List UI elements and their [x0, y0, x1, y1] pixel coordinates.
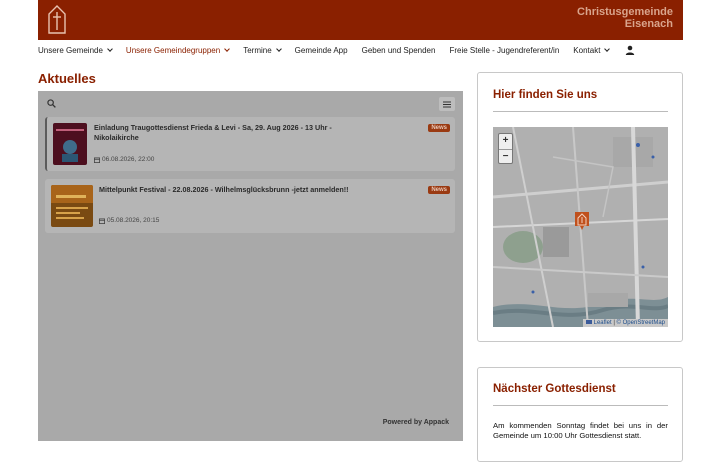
- nav-item-unsere-gemeinde[interactable]: Unsere Gemeinde: [38, 45, 113, 55]
- news-item-date: 05.08.2026, 20:15: [99, 217, 159, 224]
- service-text: Am kommenden Sonntag findet bei uns in d…: [493, 421, 668, 440]
- news-badge: News: [428, 124, 450, 132]
- nav-item-label: Termine: [243, 45, 272, 55]
- feed-toolbar: [38, 91, 463, 115]
- nav-item-label: Unsere Gemeindegruppen: [125, 45, 221, 55]
- nav-item-kontakt[interactable]: Kontakt: [573, 45, 611, 55]
- news-thumbnail[interactable]: [51, 185, 93, 227]
- news-item-title: Mittelpunkt Festival - 22.08.2026 - Wilh…: [99, 185, 349, 194]
- news-item-date: 06.08.2026, 22:00: [94, 156, 154, 163]
- nav-item-freie-stelle[interactable]: Freie Stelle - Jugendreferent/in: [449, 46, 559, 55]
- zoom-out-button[interactable]: −: [499, 149, 512, 164]
- nav-item-label: Gemeinde App: [294, 45, 348, 55]
- nav-item-geben-spenden[interactable]: Geben und Spenden: [362, 46, 436, 55]
- news-feed: Einladung Traugottesdienst Frieda & Levi…: [38, 91, 463, 441]
- divider: [493, 405, 668, 406]
- nav-item-label: Kontakt: [573, 45, 601, 55]
- nav-item-label: Geben und Spenden: [361, 45, 436, 55]
- org-name[interactable]: Christusgemeinde Eisenach: [577, 6, 673, 30]
- main-nav: Unsere Gemeinde Unsere Gemeindegruppen T…: [38, 40, 683, 60]
- site-header: Christusgemeinde Eisenach: [38, 0, 683, 40]
- news-thumbnail[interactable]: [53, 123, 87, 165]
- filter-icon: [443, 101, 451, 107]
- news-item-date-text: 05.08.2026, 20:15: [107, 217, 160, 224]
- nav-item-label: Freie Stelle - Jugendreferent/in: [449, 45, 560, 55]
- news-item-title: Einladung Traugottesdienst Frieda & Levi…: [94, 123, 332, 142]
- powered-by-link[interactable]: Powered by Appack: [383, 419, 449, 426]
- news-item-date-text: 06.08.2026, 22:00: [102, 156, 155, 163]
- search-icon[interactable]: [47, 99, 56, 108]
- map-zoom-control: + −: [498, 133, 513, 164]
- leaflet-link[interactable]: Leaflet: [594, 320, 612, 326]
- nav-item-gemeinde-app[interactable]: Gemeinde App: [295, 46, 348, 55]
- nav-item-label: Unsere Gemeinde: [38, 45, 103, 55]
- map-attribution: Leaflet | © OpenStreetMap: [582, 319, 668, 327]
- filter-button[interactable]: [439, 97, 455, 111]
- location-map[interactable]: + − Leaflet | © OpenStreetMap: [493, 127, 668, 327]
- news-badge: News: [428, 186, 450, 194]
- nav-item-termine[interactable]: Termine: [243, 45, 282, 55]
- chevron-down-icon: [604, 45, 611, 52]
- news-item[interactable]: Mittelpunkt Festival - 22.08.2026 - Wilh…: [45, 179, 455, 233]
- location-card: Hier finden Sie uns + − Leaflet | © Open…: [477, 72, 683, 342]
- chevron-down-icon: [275, 45, 282, 52]
- zoom-in-button[interactable]: +: [499, 134, 512, 149]
- news-heading: Aktuelles: [38, 71, 96, 86]
- flag-icon: [585, 320, 592, 324]
- openstreetmap-link[interactable]: © OpenStreetMap: [617, 320, 665, 326]
- service-card: Nächster Gottesdienst Am kommenden Sonnt…: [477, 367, 683, 462]
- location-card-title: Hier finden Sie uns: [493, 89, 598, 101]
- service-card-title: Nächster Gottesdienst: [493, 383, 616, 395]
- nav-item-gemeindegruppen[interactable]: Unsere Gemeindegruppen: [125, 45, 231, 55]
- divider: [493, 111, 668, 112]
- church-logo-icon[interactable]: [47, 4, 67, 34]
- church-marker-icon[interactable]: [574, 211, 590, 231]
- attribution-separator: |: [613, 320, 615, 326]
- org-name-line1: Christusgemeinde: [577, 6, 673, 18]
- chevron-down-icon: [107, 45, 113, 52]
- calendar-icon: [94, 156, 100, 163]
- calendar-icon: [99, 217, 105, 224]
- news-item[interactable]: Einladung Traugottesdienst Frieda & Levi…: [45, 117, 455, 171]
- chevron-down-icon: [224, 45, 231, 52]
- user-icon[interactable]: [625, 45, 635, 55]
- org-name-line2: Eisenach: [624, 18, 673, 30]
